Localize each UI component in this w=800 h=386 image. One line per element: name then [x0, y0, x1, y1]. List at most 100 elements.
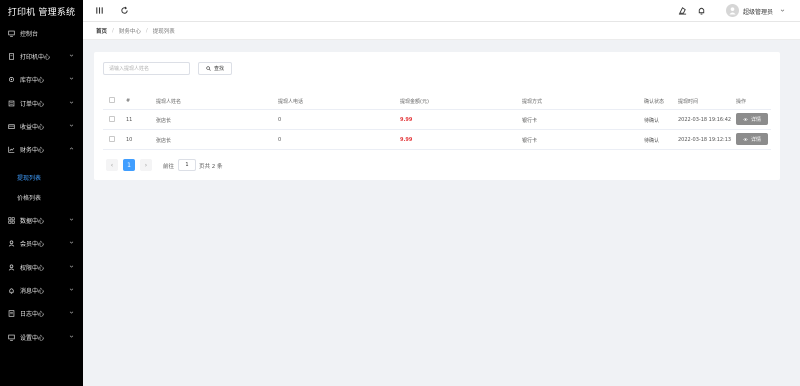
order-icon [8, 100, 15, 107]
trend-icon [8, 146, 15, 153]
search-button[interactable]: 查找 [198, 62, 232, 75]
cell-time: 2022-03-18 19:16:42 [678, 117, 732, 123]
cell-time: 2022-03-18 19:12:13 [678, 137, 732, 143]
select-all-checkbox[interactable] [109, 97, 115, 103]
user-icon [8, 264, 15, 271]
breadcrumb-item: 财务中心 [118, 28, 141, 35]
next-page-button[interactable]: › [140, 159, 152, 171]
menu-toggle-icon[interactable] [95, 6, 104, 15]
column-header: 提现人姓名 [156, 99, 182, 105]
user-icon [8, 240, 15, 247]
content-card: 请输入提现人姓名 查找 # 提现人姓名 提现人电话 提现金额(元) 提现方式 确… [94, 52, 780, 180]
sidebar-subitem-price-list[interactable]: 价格列表 [0, 190, 83, 204]
divider [103, 109, 771, 110]
sidebar-item-label: 订单中心 [20, 100, 45, 108]
page-number-button[interactable]: 1 [123, 159, 135, 171]
detail-button-label: 详情 [750, 136, 761, 143]
eye-icon [743, 137, 748, 141]
cell-method: 银行卡 [522, 118, 538, 124]
goto-page-input[interactable]: 1 [178, 159, 196, 171]
sidebar-item-permissions[interactable]: 权限中心 [0, 260, 83, 274]
sidebar-item-revenue[interactable]: 收益中心 [0, 119, 83, 133]
bell-icon[interactable] [697, 6, 706, 15]
log-icon [8, 309, 15, 317]
sidebar-item-printer[interactable]: 打印机中心 [0, 49, 83, 63]
cell-status: 待确认 [644, 118, 660, 124]
cell-amount: 9.99 [400, 137, 413, 143]
divider [103, 149, 771, 150]
column-header: 提现金额(元) [400, 99, 429, 105]
breadcrumb: 首页 / 财务中心 / 提现列表 [83, 22, 800, 40]
breadcrumb-item-current: 提现列表 [152, 28, 175, 35]
row-checkbox[interactable] [109, 116, 115, 122]
goto-label: 前往 [163, 164, 175, 170]
sidebar-subitem-withdraw-list[interactable]: 提现列表 [0, 170, 83, 184]
detail-button[interactable]: 详情 [736, 133, 768, 145]
bell-icon [8, 287, 15, 294]
cell-id: 10 [126, 137, 133, 143]
chevron-down-icon [69, 77, 74, 80]
sidebar-item-label: 设置中心 [20, 334, 45, 342]
sidebar-item-members[interactable]: 会员中心 [0, 236, 83, 250]
document-icon [8, 52, 15, 60]
column-header: 提现人电话 [278, 99, 304, 105]
column-header: 确认状态 [644, 99, 665, 105]
sidebar-item-logs[interactable]: 日志中心 [0, 306, 83, 320]
prev-page-button[interactable]: ‹ [106, 159, 118, 171]
avatar[interactable] [726, 4, 739, 17]
sidebar-item-label: 收益中心 [20, 123, 45, 131]
user-name[interactable]: 超级管理员 [743, 7, 773, 16]
app-brand: 打印机 管理系统 [7, 7, 76, 18]
cell-status: 待确认 [644, 138, 660, 144]
detail-button[interactable]: 详情 [736, 113, 768, 125]
sidebar: 打印机 管理系统 控制台 打印机中心 库存中心 订单中心 收益中心 财务中心 提… [0, 0, 83, 386]
chevron-down-icon [69, 54, 74, 57]
breadcrumb-separator: / [112, 27, 114, 34]
chevron-down-icon [69, 218, 74, 221]
clear-cache-icon[interactable] [678, 6, 687, 15]
sidebar-item-label: 数据中心 [20, 217, 45, 225]
search-button-label: 查找 [213, 66, 224, 72]
monitor-icon [8, 30, 15, 37]
sidebar-item-inventory[interactable]: 库存中心 [0, 72, 83, 86]
chevron-down-icon [69, 335, 74, 338]
breadcrumb-item-home[interactable]: 首页 [96, 27, 107, 35]
detail-button-label: 详情 [750, 116, 761, 123]
row-checkbox[interactable] [109, 136, 115, 142]
sidebar-item-label: 消息中心 [20, 287, 45, 295]
chevron-down-icon [69, 311, 74, 314]
grid-icon [8, 216, 15, 224]
breadcrumb-separator: / [145, 27, 148, 34]
sidebar-item-label: 权限中心 [20, 264, 45, 272]
top-header: 超级管理员 [83, 0, 800, 22]
sidebar-item-data[interactable]: 数据中心 [0, 213, 83, 227]
cell-id: 11 [126, 117, 133, 123]
sidebar-item-label: 会员中心 [20, 240, 45, 248]
cell-phone: 0 [278, 137, 282, 143]
sidebar-item-finance[interactable]: 财务中心 [0, 142, 83, 156]
column-header: 提现方式 [522, 99, 543, 105]
refresh-icon[interactable] [120, 6, 129, 15]
monitor-icon [8, 334, 15, 341]
wallet-icon [8, 123, 15, 130]
sidebar-item-dashboard[interactable]: 控制台 [0, 26, 83, 40]
chevron-down-icon[interactable] [780, 8, 785, 13]
sidebar-item-orders[interactable]: 订单中心 [0, 96, 83, 110]
sidebar-item-messages[interactable]: 消息中心 [0, 283, 83, 297]
search-icon [206, 66, 211, 71]
user-icon [729, 7, 736, 15]
search-input[interactable]: 请输入提现人姓名 [103, 62, 190, 75]
sidebar-item-label: 打印机中心 [20, 53, 51, 61]
column-header: 提现时间 [678, 99, 699, 105]
sidebar-item-settings[interactable]: 设置中心 [0, 330, 83, 344]
cell-phone: 0 [278, 117, 282, 123]
chevron-down-icon [69, 288, 74, 291]
sidebar-item-label: 库存中心 [20, 76, 45, 84]
cell-method: 银行卡 [522, 138, 538, 144]
eye-icon [743, 117, 748, 121]
sidebar-item-label: 日志中心 [20, 310, 45, 318]
chevron-down-icon [69, 101, 74, 104]
gear-icon [8, 76, 15, 83]
cell-name: 张店长 [156, 118, 172, 124]
column-header: # [126, 98, 131, 104]
